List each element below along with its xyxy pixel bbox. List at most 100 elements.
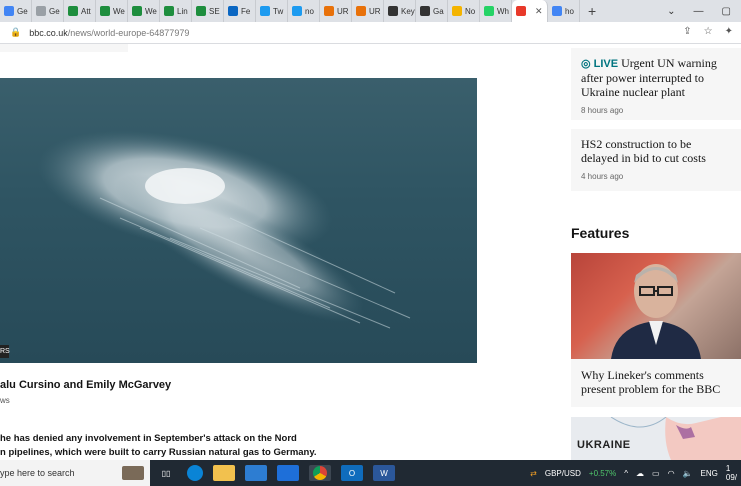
browser-tab[interactable]: We <box>128 0 160 22</box>
tab-favicon-icon <box>356 6 366 16</box>
tab-label: no <box>305 6 314 16</box>
card-title[interactable]: HS2 construction to be delayed in bid to… <box>581 137 731 165</box>
browser-tab[interactable]: Wh <box>480 0 512 22</box>
tab-favicon-icon <box>484 6 494 16</box>
image-caption-tag: RS <box>0 345 10 358</box>
lock-icon[interactable]: 🔒 <box>10 27 21 38</box>
system-tray: ⇄ GBP/USD +0.57% ^ ☁ ▭ ◠ 🔈 ENG 1 09/ <box>530 460 741 486</box>
live-icon: ◎ <box>581 58 591 70</box>
tab-favicon-icon <box>4 6 14 16</box>
url-text[interactable]: bbc.co.uk/news/world-europe-64877979 <box>29 28 189 38</box>
maximize-button[interactable]: ▢ <box>722 6 731 17</box>
clock-date: 09/ <box>725 473 737 482</box>
tab-label: SE <box>209 6 220 16</box>
article-byline: alu Cursino and Emily McGarvey <box>0 379 172 391</box>
tab-label: Fe <box>241 6 251 16</box>
minimize-button[interactable]: — <box>694 6 704 17</box>
word-icon[interactable]: W <box>373 465 395 481</box>
features-heading: Features <box>571 225 630 241</box>
chrome-icon[interactable] <box>313 466 327 480</box>
browser-tab[interactable]: Ge <box>32 0 64 22</box>
tab-search-chevron-icon[interactable]: ⌄ <box>667 6 675 17</box>
edge-icon[interactable] <box>187 465 203 481</box>
tab-label: UR <box>337 6 349 16</box>
feature-card-lineker[interactable]: Why Lineker's comments present problem f… <box>571 359 741 407</box>
ukraine-map-card[interactable]: UKRAINE <box>571 417 741 460</box>
tab-favicon-icon <box>324 6 334 16</box>
chrome-icon-slot[interactable] <box>309 465 331 481</box>
browser-tab[interactable]: UR <box>352 0 384 22</box>
mail-icon[interactable] <box>277 465 299 481</box>
browser-tab[interactable]: Lin <box>160 0 192 22</box>
search-placeholder[interactable]: ype here to search <box>0 468 75 478</box>
browser-tab[interactable]: Tw <box>256 0 288 22</box>
sidebar-card-hs2[interactable]: HS2 construction to be delayed in bid to… <box>571 129 741 191</box>
gas-leak-sea-illustration <box>37 130 411 329</box>
sidebar-card-un-warning[interactable]: ◎ LIVE Urgent UN warning after power int… <box>571 48 741 120</box>
live-label: LIVE <box>593 58 619 70</box>
tab-label: Wh <box>497 6 509 16</box>
task-view-icon[interactable]: ▯▯ <box>155 465 177 481</box>
tab-favicon-icon <box>292 6 302 16</box>
browser-tab[interactable]: No <box>448 0 480 22</box>
tab-label: No <box>465 6 476 16</box>
window-controls: ⌄ — ▢ <box>667 0 741 22</box>
clock[interactable]: 1 09/ <box>726 464 737 482</box>
paragraph-line-2: n pipelines, which were built to carry R… <box>0 447 317 458</box>
tab-label: Key <box>401 6 415 16</box>
browser-tab[interactable]: Ge <box>0 0 32 22</box>
browser-tab[interactable]: no <box>288 0 320 22</box>
extensions-icon[interactable]: ✦ <box>725 26 733 37</box>
windows-taskbar: ype here to search ▯▯ O W ⇄ GBP/USD +0.5… <box>0 460 741 486</box>
article-paragraph: he has denied any involvement in Septemb… <box>0 432 360 460</box>
browser-tab[interactable]: Key <box>384 0 416 22</box>
language-indicator[interactable]: ENG <box>701 469 718 478</box>
tab-label: ho <box>565 6 574 16</box>
tab-label: Ge <box>49 6 60 16</box>
wifi-icon[interactable]: ◠ <box>668 469 675 478</box>
tab-favicon-icon <box>516 6 526 16</box>
tab-favicon-icon <box>552 6 562 16</box>
browser-tab[interactable]: Att <box>64 0 96 22</box>
browser-tab[interactable]: ho <box>548 0 580 22</box>
volume-icon[interactable]: 🔈 <box>683 469 693 478</box>
store-icon[interactable] <box>245 465 267 481</box>
tab-label: We <box>145 6 157 16</box>
hero-image-sea-bubbles <box>0 78 477 363</box>
new-tab-button[interactable]: + <box>580 3 604 19</box>
feature-title[interactable]: Why Lineker's comments present problem f… <box>581 368 731 396</box>
card-title[interactable]: ◎ LIVE Urgent UN warning after power int… <box>581 56 731 99</box>
tab-favicon-icon <box>388 6 398 16</box>
tab-favicon-icon <box>452 6 462 16</box>
browser-tab[interactable]: UR <box>320 0 352 22</box>
cloud-icon[interactable]: ☁ <box>636 469 644 478</box>
battery-icon[interactable]: ▭ <box>652 469 660 478</box>
browser-tab[interactable]: Ga <box>416 0 448 22</box>
paragraph-line-1: he has denied any involvement in Septemb… <box>0 433 297 444</box>
ticker-change: +0.57% <box>588 468 617 478</box>
tab-label: Ga <box>433 6 444 16</box>
byline-subtitle: ws <box>0 396 10 405</box>
browser-tab[interactable]: We <box>96 0 128 22</box>
browser-tab[interactable]: ✕ <box>512 0 548 22</box>
browser-tab[interactable]: Fe <box>224 0 256 22</box>
tab-favicon-icon <box>260 6 270 16</box>
tab-favicon-icon <box>68 6 78 16</box>
address-bar[interactable]: 🔒 bbc.co.uk/news/world-europe-64877979 ⇪… <box>0 22 741 44</box>
tab-favicon-icon <box>228 6 238 16</box>
tab-favicon-icon <box>196 6 206 16</box>
share-icon[interactable]: ⇪ <box>683 26 691 37</box>
browser-tab[interactable]: SE <box>192 0 224 22</box>
bookmark-star-icon[interactable]: ☆ <box>704 26 713 37</box>
feature-image-portrait[interactable] <box>571 253 741 359</box>
outlook-icon[interactable]: O <box>341 465 363 481</box>
taskbar-search-box[interactable]: ype here to search <box>0 460 150 486</box>
tab-favicon-icon <box>164 6 174 16</box>
file-explorer-icon[interactable] <box>213 465 235 481</box>
ticker-label[interactable]: GBP/USD <box>545 469 581 478</box>
tray-chevron-icon[interactable]: ^ <box>624 469 628 478</box>
clock-time: 1 <box>725 464 731 473</box>
close-tab-icon[interactable]: ✕ <box>535 6 543 17</box>
card-timestamp: 4 hours ago <box>581 172 624 181</box>
search-highlight-icon[interactable] <box>122 466 144 480</box>
